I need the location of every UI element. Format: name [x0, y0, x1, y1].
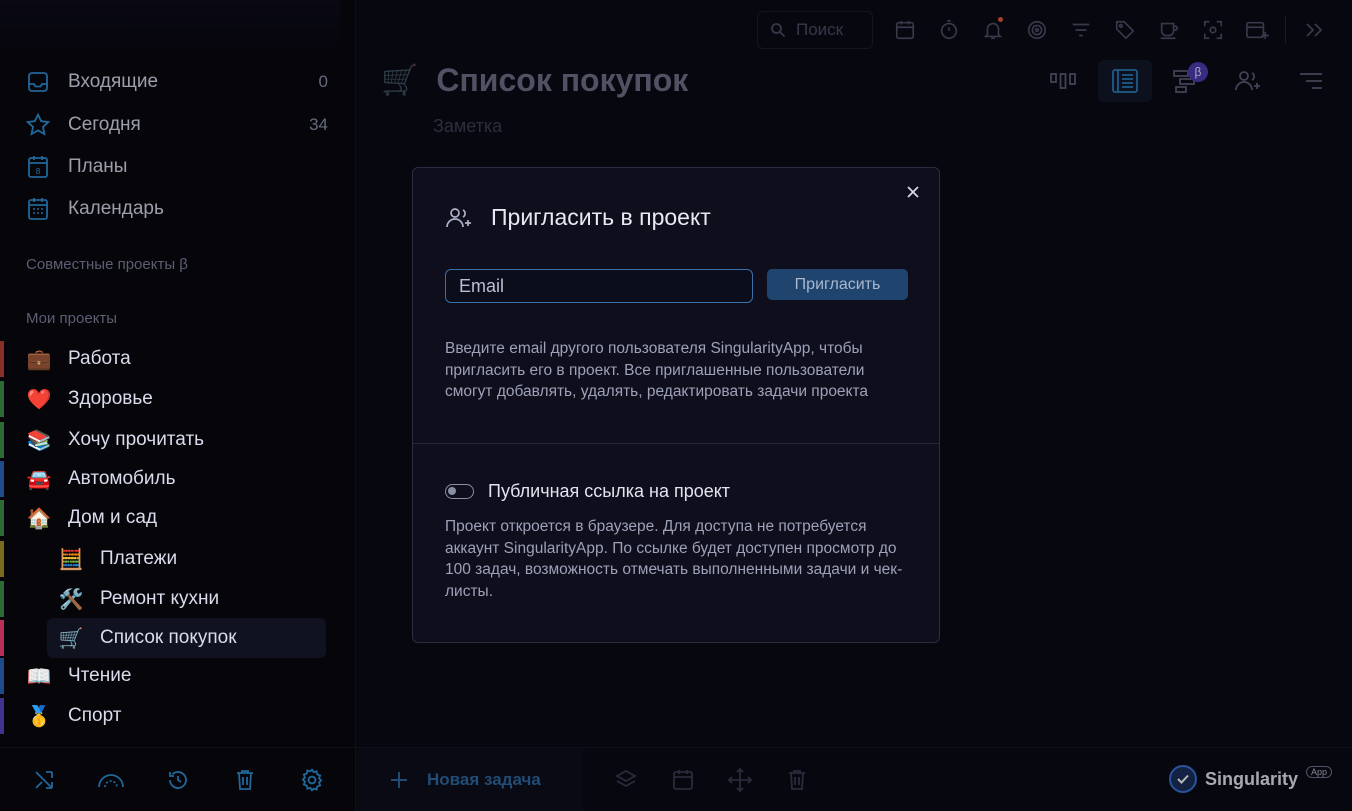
- close-icon[interactable]: [903, 182, 923, 202]
- modal-title: Пригласить в проект: [491, 204, 711, 230]
- house-icon: 🏠: [26, 507, 52, 530]
- medal-icon: 🥇: [26, 705, 52, 728]
- briefcase-icon: 💼: [26, 348, 52, 371]
- public-link-label[interactable]: Публичная ссылка на проект: [488, 481, 730, 502]
- public-link-toggle[interactable]: [445, 484, 474, 499]
- heart-icon: ❤️: [26, 388, 52, 411]
- tools-icon: 🛠️: [58, 588, 84, 611]
- cart-icon: 🛒: [58, 627, 84, 650]
- project-label: Здоровье: [68, 388, 153, 409]
- car-icon: 🚘: [26, 468, 52, 491]
- open-book-icon: 📖: [26, 665, 52, 688]
- modal-header: Пригласить в проект: [445, 204, 711, 231]
- books-icon: 📚: [26, 429, 52, 452]
- invite-button[interactable]: Пригласить: [767, 269, 908, 300]
- divider: [413, 443, 939, 444]
- invite-description: Введите email другого пользователя Singu…: [445, 340, 869, 400]
- project-label: Автомобиль: [68, 468, 176, 489]
- project-label: Работа: [68, 348, 131, 369]
- public-link-description: Проект откроется в браузере. Для доступа…: [445, 518, 903, 600]
- public-link-row: Публичная ссылка на проект: [445, 481, 730, 502]
- project-label: Список покупок: [100, 627, 237, 648]
- add-user-icon: [446, 207, 471, 227]
- abacus-icon: 🧮: [58, 548, 84, 571]
- email-field[interactable]: [445, 269, 753, 303]
- project-label: Платежи: [100, 548, 178, 569]
- project-label: Хочу прочитать: [68, 429, 205, 450]
- project-label: Дом и сад: [68, 507, 158, 528]
- project-label: Ремонт кухни: [100, 588, 220, 609]
- project-label: Чтение: [68, 665, 132, 686]
- project-label: Спорт: [68, 705, 122, 726]
- invite-modal: Пригласить в проект Пригласить Введите e…: [412, 167, 940, 643]
